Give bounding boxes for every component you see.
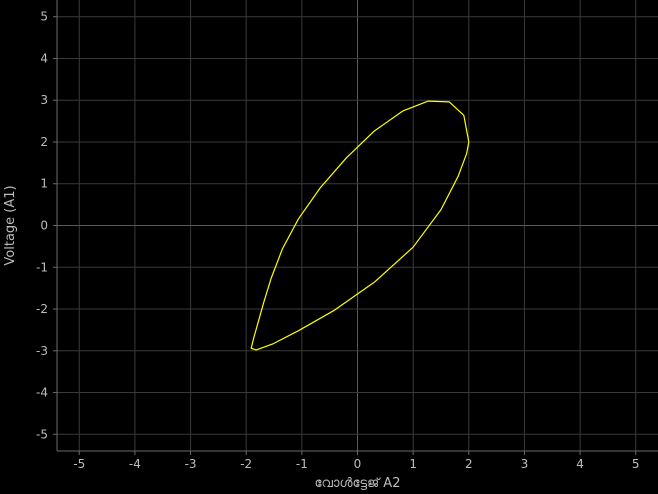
x-tick-label: -5 — [73, 457, 85, 471]
y-tick-label: 0 — [40, 219, 48, 233]
lissajous-chart: -5 -4 -3 -2 -1 0 1 2 3 4 5 -5 -4 -3 -2 -1 0 1 2 3 4 5 വോൾട്ട… — [3, 0, 658, 491]
x-tick-label: 2 — [465, 457, 473, 471]
x-tick-label: 3 — [521, 457, 529, 471]
x-tick-label: -4 — [129, 457, 141, 471]
y-tick-label: -4 — [36, 386, 48, 400]
x-tick-label: -1 — [296, 457, 308, 471]
y-axis-label: Voltage (A1) — [3, 185, 18, 265]
x-tick-label: -3 — [185, 457, 197, 471]
x-axis-label: വോൾട്ടേജ് A2 — [315, 476, 401, 491]
y-tick-label: 1 — [40, 177, 48, 191]
x-tick-label: 1 — [409, 457, 417, 471]
x-tick-label: 5 — [632, 457, 640, 471]
y-tick-labels: -5 -4 -3 -2 -1 0 1 2 3 4 5 — [36, 10, 57, 441]
y-tick-label: -3 — [36, 344, 48, 358]
y-tick-label: 3 — [40, 93, 48, 107]
grid — [57, 0, 658, 451]
x-tick-label: 0 — [354, 457, 362, 471]
y-tick-label: -5 — [36, 427, 48, 441]
y-tick-label: 5 — [40, 10, 48, 24]
y-tick-label: -2 — [36, 302, 48, 316]
y-tick-label: -1 — [36, 260, 48, 274]
y-tick-label: 2 — [40, 135, 48, 149]
x-tick-labels: -5 -4 -3 -2 -1 0 1 2 3 4 5 — [73, 451, 640, 471]
y-tick-label: 4 — [40, 51, 48, 65]
x-tick-label: 4 — [576, 457, 584, 471]
x-tick-label: -2 — [240, 457, 252, 471]
